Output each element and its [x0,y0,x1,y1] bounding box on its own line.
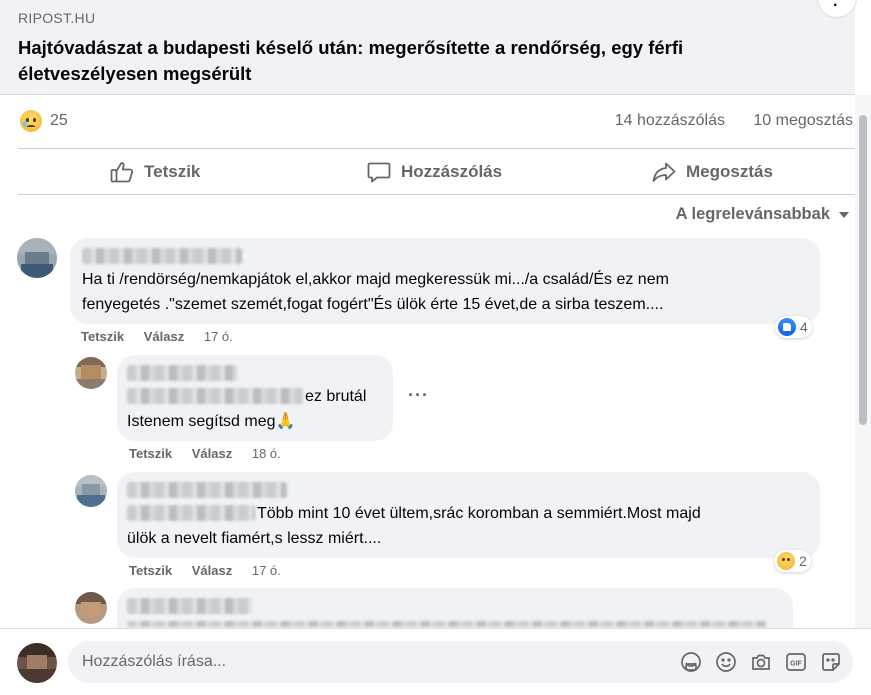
sad-icon [777,552,795,570]
commenter-name-redacted[interactable] [127,598,252,614]
comment-label: Hozzászólás [401,162,503,181]
sort-label: A legrelevánsabbak [675,205,830,223]
tagged-name-redacted[interactable] [127,388,303,404]
comment-like-link[interactable]: Tetszik [81,329,124,344]
comment-more-button[interactable]: ··· [408,385,429,406]
scrollbar[interactable] [855,95,871,630]
post-actions: Tetszik Hozzászólás Megosztás [0,150,855,194]
comment-reply-link[interactable]: Válasz [144,329,184,344]
comment-meta: Tetszik Válasz 17 ó. [129,563,297,578]
comment-composer: Hozzászólás írása... GIF [0,628,871,695]
comment-text: Istenem segítsd meg🙏 [127,413,296,430]
comment-icon [367,162,391,183]
commenter-name-redacted[interactable] [82,248,242,264]
comment-text: Több mint 10 évet ültem,srác koromban a … [257,505,701,522]
like-button[interactable]: Tetszik [110,160,200,184]
comment-reactions[interactable]: 2 [774,550,811,572]
comment-reactions[interactable]: 4 [775,316,812,338]
avatar[interactable] [75,592,107,624]
comment-sort-dropdown[interactable]: A legrelevánsabbak [676,205,849,224]
gif-icon[interactable]: GIF [785,651,807,673]
comment-count[interactable]: 14 hozzászólás [615,112,725,130]
camera-icon[interactable] [750,651,772,673]
avatar[interactable] [75,475,107,507]
share-label: Megosztás [686,162,773,181]
comment-input-placeholder: Hozzászólás írása... [82,653,227,670]
comment-time[interactable]: 18 ó. [252,446,281,461]
comment-text: fenyegetés ."szemet szemét,fogat fogért"… [82,296,664,313]
comment-text: Ha ti /rendörség/nemkapjátok el,akkor ma… [82,271,669,288]
divider [18,194,855,195]
reaction-count[interactable]: 25 [50,112,68,130]
link-preview[interactable]: RIPOST.HU Hajtóvadászat a budapesti kése… [0,0,855,95]
commenter-name-redacted[interactable] [127,482,287,498]
share-button[interactable]: Megosztás [652,160,773,184]
more-icon: · [833,0,839,14]
tagged-name-redacted[interactable] [127,505,255,521]
sticker-icon[interactable] [820,651,842,673]
comment-bubble: Ha ti /rendörség/nemkapjátok el,akkor ma… [70,238,820,324]
comment-like-link[interactable]: Tetszik [129,446,172,461]
link-source: RIPOST.HU [18,10,96,26]
chevron-down-icon [839,211,849,218]
scrollbar-thumb[interactable] [859,115,867,425]
comment-bubble: ez brutál Istenem segítsd meg🙏 [117,355,393,441]
commenter-name-redacted[interactable] [127,365,237,381]
comment-text: ülök a nevelt fiamért,s lessz miért.... [127,530,382,547]
comment-meta: Tetszik Válasz 17 ó. [81,329,249,344]
comment-time[interactable]: 17 ó. [204,329,233,344]
comment-input[interactable]: Hozzászólás írása... GIF [68,641,853,683]
link-title[interactable]: Hajtóvadászat a budapesti késelő után: m… [18,35,818,87]
like-label: Tetszik [144,162,201,181]
user-avatar[interactable] [17,643,57,683]
comment-time[interactable]: 17 ó. [252,563,281,578]
avatar[interactable] [75,357,107,389]
emoji-icon[interactable] [715,651,737,673]
svg-text:GIF: GIF [790,661,802,668]
avatar[interactable] [17,238,57,278]
divider [18,148,855,149]
comment-like-link[interactable]: Tetszik [129,563,172,578]
comment-reaction-count: 4 [800,319,808,335]
comment-button[interactable]: Hozzászólás [367,160,502,184]
comment-reaction-count: 2 [799,553,807,569]
comment-text: ez brutál [305,388,367,405]
post-stats: 25 14 hozzászólás 10 megosztás [0,108,855,136]
like-icon [778,318,796,336]
comment-reply-link[interactable]: Válasz [192,446,232,461]
comment-text-clipped [127,621,767,627]
comment-meta: Tetszik Válasz 18 ó. [129,446,297,461]
share-icon [652,162,676,182]
sad-emoji-icon[interactable] [20,110,42,132]
avatar-sticker-icon[interactable] [680,651,702,673]
comment-bubble: Több mint 10 évet ültem,srác koromban a … [117,472,820,558]
thumbs-up-icon [110,162,134,183]
share-count[interactable]: 10 megosztás [753,112,853,130]
comment-reply-link[interactable]: Válasz [192,563,232,578]
